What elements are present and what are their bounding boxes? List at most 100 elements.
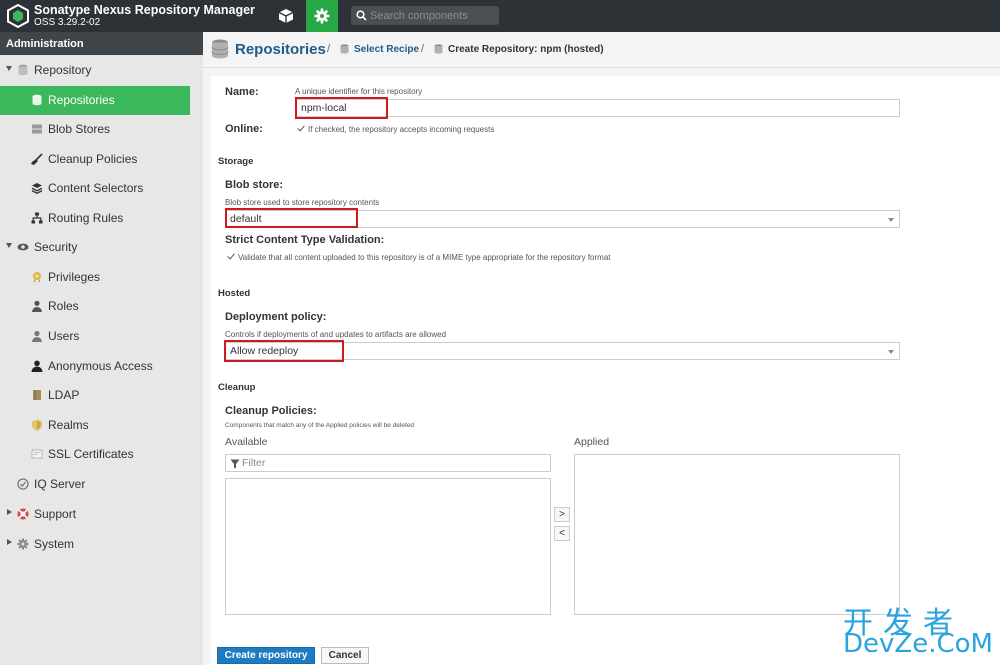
breadcrumb-select-recipe[interactable]: Select Recipe [354, 44, 419, 55]
certificate-icon [31, 449, 43, 459]
nexus-logo-icon[interactable] [7, 4, 29, 28]
filter-input[interactable] [242, 455, 542, 471]
name-label: Name: [225, 86, 259, 98]
database-icon [211, 39, 229, 59]
cleanup-policies-label: Cleanup Policies: [225, 405, 317, 417]
layers-icon [31, 183, 43, 194]
name-help: A unique identifier for this repository [295, 87, 423, 96]
search-icon [356, 10, 367, 21]
blob-store-help: Blob store used to store repository cont… [225, 198, 380, 207]
sidebar-item-label: Roles [48, 299, 79, 313]
expand-arrow-icon[interactable] [6, 243, 12, 248]
online-label: Online: [225, 123, 263, 135]
sidebar-item-label: IQ Server [34, 477, 86, 491]
strict-validation-checkbox[interactable] [227, 253, 235, 261]
database-icon [340, 44, 349, 54]
sidebar-item-iq-server[interactable]: IQ Server [0, 470, 190, 499]
hosted-section-title: Hosted [218, 288, 251, 299]
top-bar: Sonatype Nexus Repository Manager OSS 3.… [0, 0, 1000, 32]
move-right-button[interactable]: > [554, 507, 570, 522]
filter-box [225, 454, 551, 472]
sidebar-item-repositories[interactable]: Repositories [0, 86, 190, 115]
sidebar-item-ssl-certificates[interactable]: SSL Certificates [0, 440, 190, 469]
app-title: Sonatype Nexus Repository Manager [34, 3, 255, 17]
sidebar-item-label: Anonymous Access [48, 359, 153, 373]
expand-arrow-icon[interactable] [7, 509, 12, 515]
sidebar-item-users[interactable]: Users [0, 322, 190, 351]
deployment-policy-value: Allow redeploy [230, 345, 299, 357]
applied-label: Applied [574, 436, 610, 448]
app-version: OSS 3.29.2-02 [34, 17, 101, 28]
sidebar-item-label: Privileges [48, 270, 101, 284]
watermark-domain: DevZe.CoM [843, 629, 993, 659]
sidebar-header: Administration [0, 32, 203, 55]
sidebar-item-label: Realms [48, 418, 89, 432]
sidebar-item-label: LDAP [48, 388, 80, 402]
cancel-button[interactable]: Cancel [321, 647, 369, 664]
chevron-down-icon [888, 218, 894, 222]
sidebar-item-privileges[interactable]: Privileges [0, 263, 190, 292]
eye-icon [17, 243, 29, 251]
sidebar-item-ldap[interactable]: LDAP [0, 381, 190, 410]
sidebar-item-content-selectors[interactable]: Content Selectors [0, 174, 190, 203]
sidebar-item-label: Blob Stores [48, 122, 111, 136]
users-icon [32, 330, 42, 342]
deployment-policy-help: Controls if deployments of and updates t… [225, 330, 447, 339]
breadcrumb-separator: / [327, 43, 331, 55]
sidebar-item-label: SSL Certificates [48, 447, 134, 461]
broom-icon [31, 153, 43, 165]
online-help: If checked, the repository accepts incom… [308, 125, 495, 134]
available-list[interactable] [225, 478, 551, 615]
strict-validation-row: Validate that all content uploaded to th… [227, 253, 611, 262]
expand-arrow-icon[interactable] [7, 539, 12, 545]
deployment-policy-label: Deployment policy: [225, 311, 327, 323]
iq-icon [17, 478, 29, 490]
sidebar-item-system[interactable]: System [0, 530, 190, 559]
sidebar-item-routing-rules[interactable]: Routing Rules [0, 204, 190, 233]
breadcrumb: Repositories / Select Recipe / Create Re… [203, 32, 1000, 68]
create-repository-button[interactable]: Create repository [217, 647, 315, 664]
expand-arrow-icon[interactable] [6, 66, 12, 71]
database-icon [32, 94, 42, 106]
browse-button[interactable] [270, 0, 302, 32]
online-checkbox[interactable] [297, 125, 305, 133]
name-input[interactable] [295, 99, 900, 117]
search-input[interactable] [370, 6, 495, 25]
shield-icon [32, 419, 42, 431]
cube-icon [278, 9, 294, 23]
sidebar-item-label: Users [48, 329, 80, 343]
blob-store-label: Blob store: [225, 179, 284, 191]
filter-icon [230, 459, 240, 469]
database-icon [18, 64, 28, 76]
sidebar-item-anonymous-access[interactable]: Anonymous Access [0, 352, 190, 381]
sidebar-item-security[interactable]: Security [0, 233, 190, 262]
breadcrumb-current: Create Repository: npm (hosted) [448, 44, 604, 55]
breadcrumb-separator: / [421, 43, 425, 55]
main-content: Repositories / Select Recipe / Create Re… [203, 32, 1000, 665]
sidebar-item-roles[interactable]: Roles [0, 292, 190, 321]
deployment-policy-select[interactable]: Allow redeploy [225, 342, 900, 360]
sidebar-item-cleanup-policies[interactable]: Cleanup Policies [0, 145, 190, 174]
sidebar-item-realms[interactable]: Realms [0, 411, 190, 440]
sidebar-item-repository[interactable]: Repository [0, 56, 190, 85]
sidebar-item-support[interactable]: Support [0, 500, 190, 529]
sidebar-item-label: Repositories [48, 93, 115, 107]
sidebar-item-blob-stores[interactable]: Blob Stores [0, 115, 190, 144]
sidebar: Administration Repository Repositories B… [0, 32, 203, 665]
watermark: 开发者 DevZe.CoM [843, 598, 993, 660]
blob-store-select[interactable]: default [225, 210, 900, 228]
sidebar-item-label: Security [34, 240, 78, 254]
cleanup-policies-help: Components that match any of the Applied… [225, 422, 414, 429]
administration-button[interactable] [306, 0, 338, 32]
create-repository-form: Name: A unique identifier for this repos… [211, 76, 1000, 665]
breadcrumb-repositories[interactable]: Repositories [235, 41, 326, 58]
sidebar-item-label: Content Selectors [48, 181, 144, 195]
gear-icon [314, 8, 330, 24]
sidebar-item-label: System [34, 537, 75, 551]
gear-icon [17, 538, 29, 550]
sidebar-item-label: Cleanup Policies [48, 152, 138, 166]
sidebar-item-label: Repository [34, 63, 92, 77]
applied-list[interactable] [574, 454, 900, 615]
sitemap-icon [31, 212, 43, 224]
move-left-button[interactable]: < [554, 526, 570, 541]
